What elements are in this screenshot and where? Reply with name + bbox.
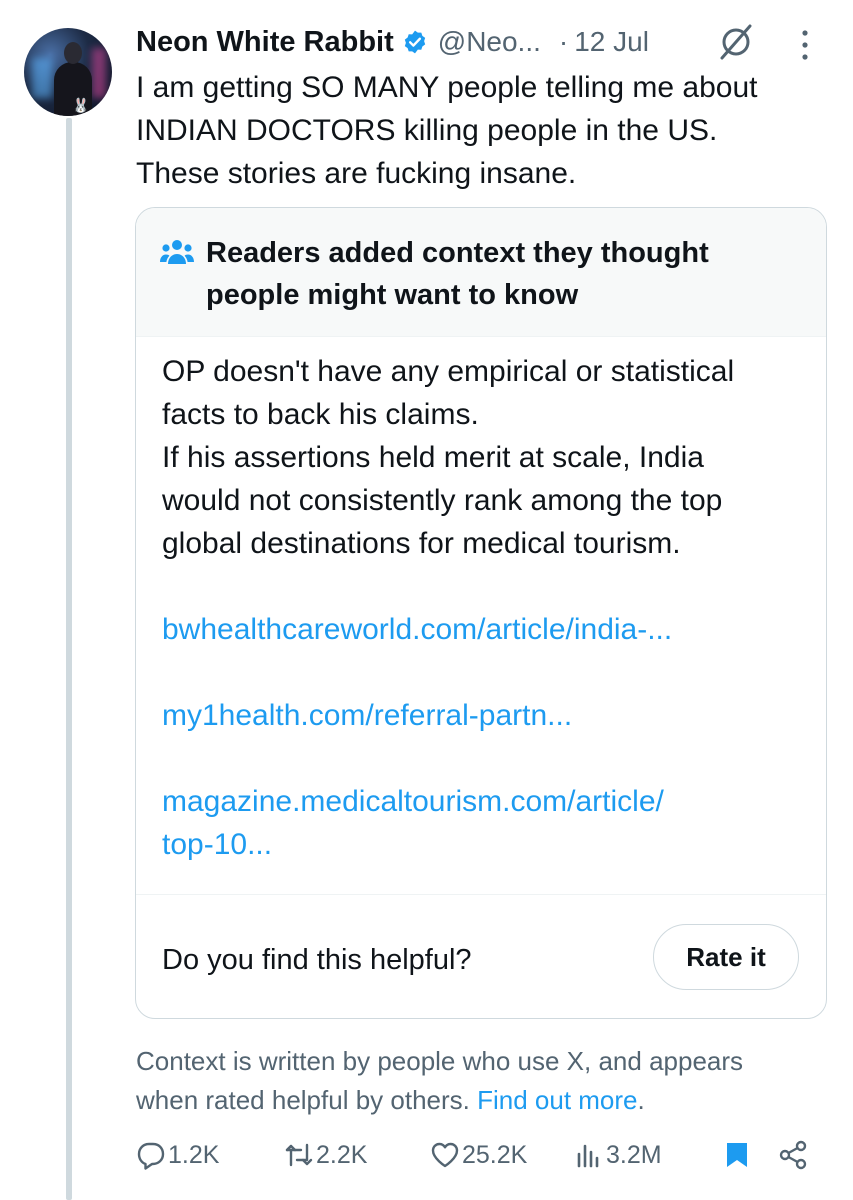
context-info-period: .	[637, 1085, 645, 1115]
bookmark-button[interactable]	[722, 1140, 752, 1170]
avatar[interactable]: 🐰	[24, 28, 112, 116]
source-link-medicaltourism[interactable]: magazine.medicaltourism.com/article/	[162, 780, 664, 823]
note-body-line: If his assertions held merit at scale, I…	[162, 441, 704, 474]
helpful-question: Do you find this helpful?	[162, 944, 472, 976]
find-out-more-link[interactable]: Find out more	[477, 1085, 637, 1115]
verified-badge-icon	[404, 30, 425, 54]
reply-count: 1.2K	[168, 1140, 220, 1169]
like-button[interactable]: 25.2K	[430, 1140, 527, 1170]
more-icon[interactable]	[800, 28, 810, 62]
repost-button[interactable]: 2.2K	[284, 1140, 367, 1170]
tweet-header: Neon White Rabbit @Neo... · 12 Jul	[136, 22, 649, 62]
note-divider	[136, 894, 826, 895]
reply-icon	[137, 1142, 165, 1170]
repost-count: 2.2K	[316, 1140, 368, 1169]
author-handle[interactable]: @Neo...	[438, 26, 541, 58]
community-note-body: OP doesn't have any empirical or statist…	[162, 350, 812, 565]
bookmark-icon	[727, 1143, 747, 1167]
tweet-text-line: These stories are fucking insane.	[136, 157, 577, 190]
note-body-line: would not consistently rank among the to…	[162, 484, 723, 517]
tweet-date[interactable]: 12 Jul	[574, 26, 649, 58]
note-title-line: people might want to know	[206, 279, 579, 311]
tweet-text-line: I am getting SO MANY people telling me a…	[136, 71, 758, 104]
community-note: Readers added context they thought peopl…	[135, 207, 827, 1019]
views-count: 3.2M	[606, 1140, 662, 1169]
note-body-line: facts to back his claims.	[162, 398, 479, 431]
source-link-medicaltourism-cont[interactable]: top-10...	[162, 823, 272, 866]
source-link-my1health[interactable]: my1health.com/referral-partn...	[162, 694, 572, 737]
source-link-bwhealthcareworld[interactable]: bwhealthcareworld.com/article/india-...	[162, 608, 672, 651]
share-button[interactable]	[778, 1140, 808, 1170]
share-icon	[779, 1140, 807, 1170]
like-count: 25.2K	[462, 1140, 528, 1169]
tweet-text-line: INDIAN DOCTORS killing people in the US.	[136, 114, 718, 147]
like-icon	[431, 1142, 459, 1168]
note-title-line: Readers added context they thought	[206, 237, 709, 269]
context-info: Context is written by people who use X, …	[136, 1042, 836, 1120]
rate-it-button[interactable]: Rate it	[653, 924, 799, 990]
community-note-title: Readers added context they thought peopl…	[206, 232, 806, 316]
thread-line	[66, 118, 72, 1200]
context-info-text: when rated helpful by others.	[136, 1085, 470, 1115]
reply-button[interactable]: 1.2K	[136, 1140, 219, 1170]
views-icon	[577, 1144, 599, 1168]
views-button[interactable]: 3.2M	[574, 1140, 662, 1170]
grok-icon[interactable]	[716, 22, 756, 62]
tweet-text: I am getting SO MANY people telling me a…	[136, 66, 836, 195]
community-note-header: Readers added context they thought peopl…	[136, 208, 826, 337]
author-name[interactable]: Neon White Rabbit	[136, 26, 394, 59]
action-bar: 1.2K 2.2K 25.2K 3.2M	[0, 1140, 853, 1180]
people-icon	[160, 240, 194, 264]
separator-dot: ·	[558, 26, 569, 57]
context-info-line-2: when rated helpful by others. Find out m…	[136, 1081, 836, 1120]
note-body-line: global destinations for medical tourism.	[162, 527, 681, 560]
note-body-line: OP doesn't have any empirical or statist…	[162, 355, 735, 388]
context-info-line: Context is written by people who use X, …	[136, 1046, 744, 1076]
repost-icon	[285, 1143, 313, 1167]
